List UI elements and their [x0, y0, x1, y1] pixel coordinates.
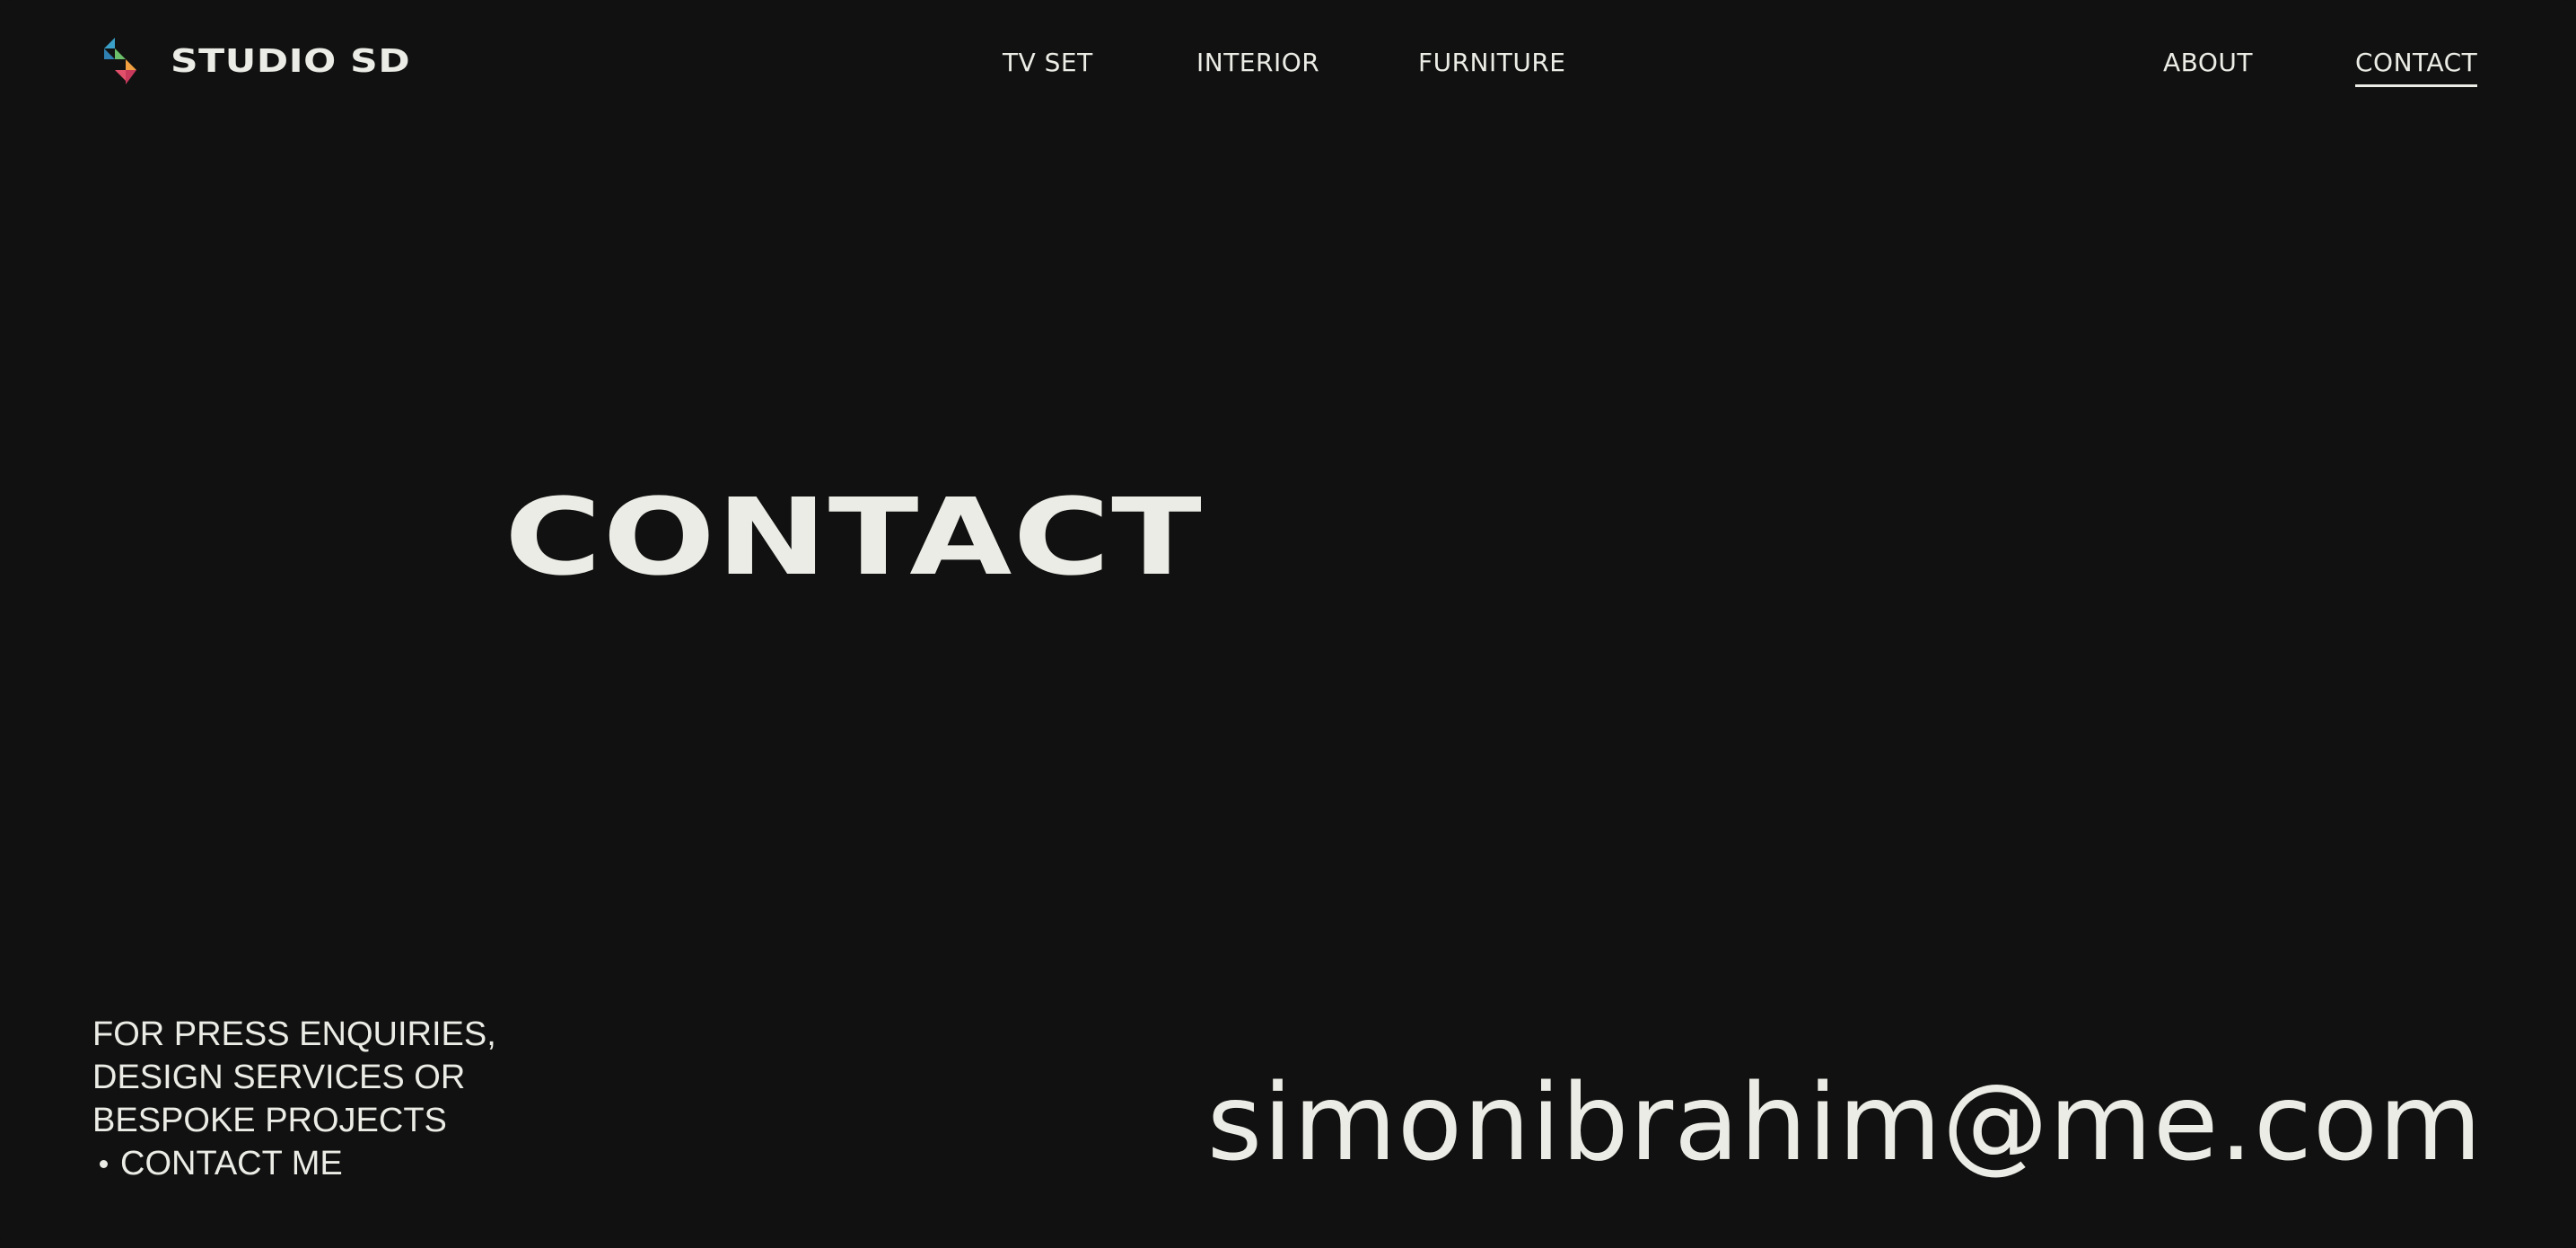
nav-tv-set[interactable]: TV SET — [1003, 47, 1093, 79]
contact-me-label: CONTACT ME — [120, 1145, 343, 1182]
nav-contact[interactable]: CONTACT — [2355, 47, 2478, 87]
contact-me-link[interactable]: CONTACT ME — [92, 1142, 496, 1185]
contact-page: STUDIO SD TV SET INTERIOR FURNITURE ABOU… — [0, 0, 2576, 1248]
nav-about[interactable]: ABOUT — [2163, 47, 2253, 79]
enquiry-block: FOR PRESS ENQUIRIES, DESIGN SERVICES OR … — [92, 1013, 496, 1185]
email-link[interactable]: simonibrahim@me.com — [1207, 1050, 2483, 1194]
studio-sd-logo-icon — [104, 38, 136, 84]
nav-furniture[interactable]: FURNITURE — [1418, 47, 1566, 79]
enquiry-line: FOR PRESS ENQUIRIES, — [92, 1015, 496, 1053]
logo-link[interactable]: STUDIO SD — [102, 36, 410, 86]
page-title: CONTACT — [504, 475, 1204, 599]
nav-interior[interactable]: INTERIOR — [1196, 47, 1319, 79]
enquiry-line: BESPOKE PROJECTS — [92, 1102, 447, 1139]
enquiry-line: DESIGN SERVICES OR — [92, 1059, 466, 1096]
logo-text: STUDIO SD — [171, 42, 411, 80]
bullet-icon — [100, 1159, 108, 1168]
